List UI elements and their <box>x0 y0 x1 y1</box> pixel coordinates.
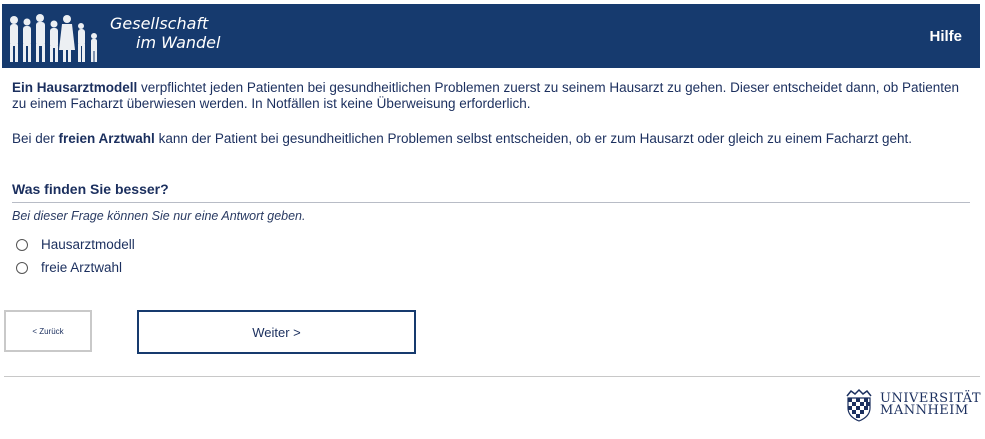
intro-paragraph-2: Bei der freien Arztwahl kann der Patient… <box>12 131 967 147</box>
header-bar: Gesellschaft im Wandel Hilfe <box>2 4 980 68</box>
logo-line2: im Wandel <box>136 33 221 52</box>
intro-text-2: kann der Patient bei gesundheitlichen Pr… <box>154 131 912 146</box>
footer-divider <box>4 376 980 377</box>
answer-hint: Bei dieser Frage können Sie nur eine Ant… <box>12 209 306 223</box>
radio-button[interactable] <box>16 261 28 274</box>
university-logo: UNIVERSITÄT MANNHEIM <box>842 388 981 422</box>
intro-term-hausarztmodell: Ein Hausarztmodell <box>12 80 138 95</box>
logo-line1: Gesellschaft <box>110 14 209 33</box>
question-title: Was finden Sie besser? <box>12 181 169 197</box>
radio-label: freie Arztwahl <box>41 260 123 275</box>
next-button[interactable]: Weiter > <box>137 310 416 354</box>
radio-button[interactable] <box>16 238 28 251</box>
logo-wordmark: Gesellschaft im Wandel <box>110 14 220 52</box>
intro-text-2-pre: Bei der <box>12 131 59 146</box>
radio-option-hausarztmodell[interactable]: Hausarztmodell <box>16 237 135 252</box>
radio-option-freie-arztwahl[interactable]: freie Arztwahl <box>16 260 122 275</box>
intro-text-1: verpflichtet jeden Patienten bei gesundh… <box>12 80 960 111</box>
help-link[interactable]: Hilfe <box>929 28 962 45</box>
divider <box>12 202 970 203</box>
back-button[interactable]: < Zurück <box>4 310 92 352</box>
intro-term-freie-arztwahl: freien Arztwahl <box>58 131 155 146</box>
intro-paragraph-1: Ein Hausarztmodell verpflichtet jeden Pa… <box>12 80 967 112</box>
crest-icon <box>846 388 872 422</box>
people-silhouettes-icon <box>10 14 97 62</box>
radio-label: Hausarztmodell <box>41 237 135 252</box>
university-wordmark: UNIVERSITÄT MANNHEIM <box>880 392 981 418</box>
uni-line2: MANNHEIM <box>880 403 969 418</box>
